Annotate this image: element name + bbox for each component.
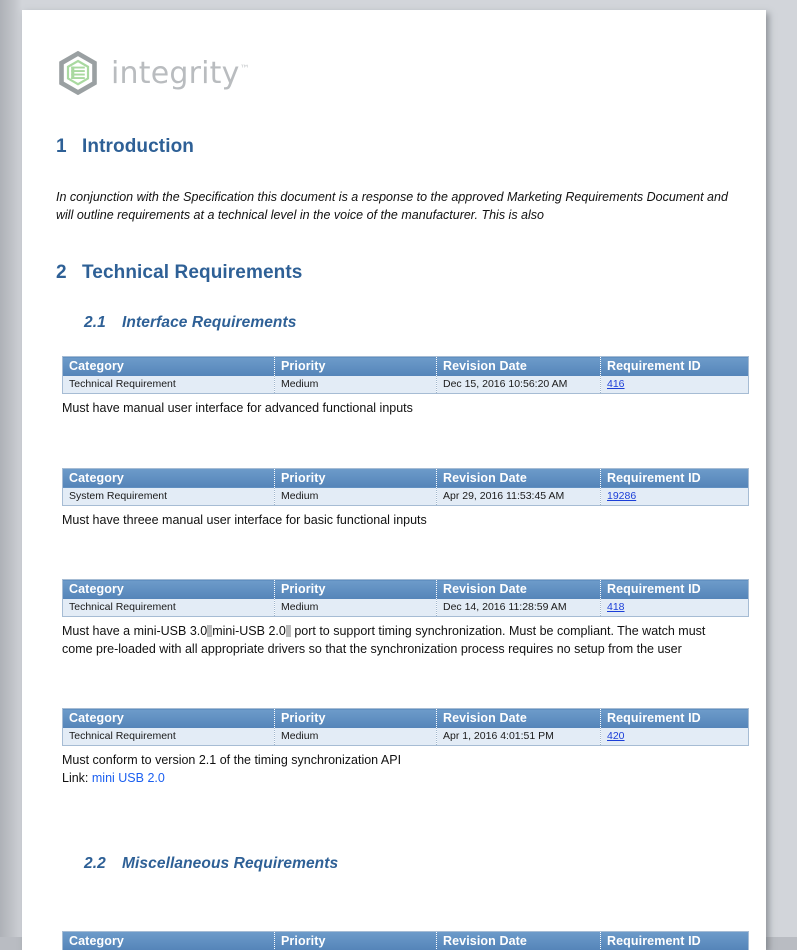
subsection-heading-interface-requirements: 2.1 Interface Requirements	[84, 314, 732, 332]
cell-priority: Medium	[274, 376, 437, 394]
requirement-description: Must have manual user interface for adva…	[62, 401, 413, 416]
column-header-requirement-id: Requirement ID	[600, 708, 749, 729]
brand-wordmark-text: integrity	[111, 55, 240, 91]
requirement-description: Must have threee manual user interface f…	[62, 512, 427, 527]
table-header-row: Category Priority Revision Date Requirem…	[62, 468, 749, 488]
section-title: Technical Requirements	[82, 262, 303, 284]
column-header-priority: Priority	[274, 579, 437, 600]
table-header-row: Category Priority Revision Date Requirem…	[62, 579, 749, 600]
requirement-table: Category Priority Revision Date Requirem…	[62, 930, 749, 950]
column-header-revision-date: Revision Date	[436, 931, 601, 950]
cell-revision-date: Dec 14, 2016 11:28:59 AM	[436, 599, 601, 617]
column-header-requirement-id: Requirement ID	[600, 579, 749, 600]
requirement-table: Category Priority Revision Date Requirem…	[62, 467, 749, 506]
table-header-row: Category Priority Revision Date Requirem…	[62, 931, 749, 950]
section-heading-technical-requirements: 2 Technical Requirements	[56, 262, 732, 284]
column-header-category: Category	[62, 931, 275, 950]
column-header-revision-date: Revision Date	[436, 356, 601, 377]
hexagon-document-logo-icon	[56, 50, 100, 96]
brand-logo: integrity™	[56, 48, 732, 98]
cell-category: Technical Requirement	[62, 728, 275, 746]
section-number: 2	[56, 262, 67, 284]
column-header-priority: Priority	[274, 356, 437, 377]
subsection-heading-miscellaneous-requirements: 2.2 Miscellaneous Requirements	[84, 855, 732, 873]
subsection-title: Miscellaneous Requirements	[122, 854, 339, 872]
introduction-paragraph: In conjunction with the Specification th…	[56, 190, 728, 223]
cell-priority: Medium	[274, 728, 437, 746]
cell-revision-date: Dec 15, 2016 10:56:20 AM	[436, 376, 601, 394]
table-header-row: Category Priority Revision Date Requirem…	[62, 708, 749, 729]
column-header-requirement-id: Requirement ID	[600, 931, 749, 950]
table-row: Technical Requirement Medium Apr 1, 2016…	[62, 728, 749, 746]
cell-priority: Medium	[274, 487, 437, 506]
column-header-revision-date: Revision Date	[436, 708, 601, 729]
column-header-category: Category	[62, 579, 275, 600]
brand-wordmark: integrity™	[111, 56, 250, 91]
column-header-priority: Priority	[274, 708, 437, 729]
table-row: Technical Requirement Medium Dec 14, 201…	[62, 599, 749, 617]
document-viewer-background: integrity™ 1 Introduction In conjunction …	[0, 0, 797, 950]
requirement-table: Category Priority Revision Date Requirem…	[62, 579, 749, 618]
cell-category: Technical Requirement	[62, 376, 275, 394]
cell-category: Technical Requirement	[62, 599, 275, 617]
requirement-block: Category Priority Revision Date Requirem…	[56, 579, 749, 658]
requirement-description: Must conform to version 2.1 of the timin…	[62, 753, 402, 768]
column-header-revision-date: Revision Date	[436, 468, 601, 488]
column-header-category: Category	[62, 356, 275, 377]
subsection-number: 2.1	[84, 314, 106, 332]
requirement-description: Must have a mini-USB 3.0 mini-USB 2.0 por…	[62, 623, 732, 658]
requirement-id-link[interactable]: 420	[607, 730, 625, 742]
table-row: System Requirement Medium Apr 29, 2016 1…	[62, 487, 749, 506]
subsection-title: Interface Requirements	[122, 314, 297, 332]
requirement-id-link[interactable]: 416	[607, 378, 625, 390]
cell-requirement-id: 19286	[600, 487, 749, 506]
cell-requirement-id: 416	[600, 376, 749, 394]
cell-category: System Requirement	[62, 487, 275, 506]
requirement-block: Category Priority Revision Date Requirem…	[56, 356, 749, 418]
cell-revision-date: Apr 1, 2016 4:01:51 PM	[436, 728, 601, 746]
column-header-requirement-id: Requirement ID	[600, 468, 749, 488]
mini-usb-link[interactable]: mini USB 2.0	[92, 771, 165, 785]
requirement-block: Category Priority Revision Date Requirem…	[56, 467, 749, 530]
column-header-category: Category	[62, 468, 275, 488]
section-number: 1	[56, 136, 67, 157]
document-page: integrity™ 1 Introduction In conjunction …	[22, 10, 766, 950]
column-header-revision-date: Revision Date	[436, 579, 601, 600]
cell-requirement-id: 418	[600, 599, 749, 617]
column-header-requirement-id: Requirement ID	[600, 356, 749, 377]
link-label: Link:	[62, 770, 89, 785]
requirement-table: Category Priority Revision Date Requirem…	[62, 708, 749, 747]
requirement-block: Category Priority Revision Date Requirem…	[56, 708, 749, 785]
cell-requirement-id: 420	[600, 728, 749, 746]
section-heading-introduction: 1 Introduction	[56, 136, 732, 158]
requirement-table: Category Priority Revision Date Requirem…	[62, 356, 749, 395]
column-header-priority: Priority	[274, 931, 437, 950]
table-header-row: Category Priority Revision Date Requirem…	[62, 356, 749, 377]
requirement-text-tracked-change: mini-USB 2.0	[212, 624, 286, 639]
cell-priority: Medium	[274, 599, 437, 617]
column-header-priority: Priority	[274, 468, 437, 488]
requirement-block: Category Priority Revision Date Requirem…	[56, 930, 749, 950]
table-row: Technical Requirement Medium Dec 15, 201…	[62, 376, 749, 394]
requirement-text-before-change: Must have a mini-USB 3.0	[62, 624, 208, 639]
requirement-link-line: Link: mini USB 2.0	[62, 771, 732, 785]
trademark-symbol: ™	[239, 63, 250, 75]
column-header-category: Category	[62, 708, 275, 729]
cell-revision-date: Apr 29, 2016 11:53:45 AM	[436, 487, 601, 506]
requirement-id-link[interactable]: 19286	[607, 490, 636, 502]
section-title: Introduction	[82, 136, 195, 157]
subsection-number: 2.2	[84, 854, 106, 872]
requirement-id-link[interactable]: 418	[607, 601, 625, 613]
